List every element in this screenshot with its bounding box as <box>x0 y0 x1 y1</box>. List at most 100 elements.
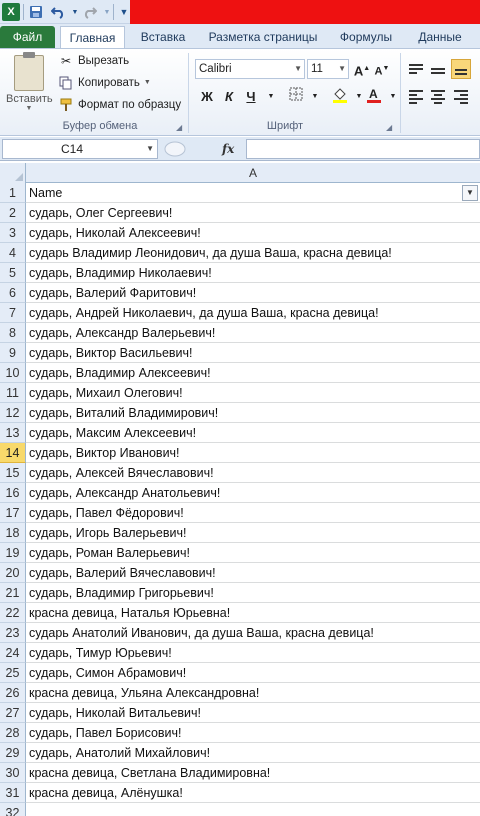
row-header[interactable]: 7 <box>0 303 26 323</box>
row-header[interactable]: 5 <box>0 263 26 283</box>
cell[interactable]: сударь, Андрей Николаевич, да душа Ваша,… <box>26 303 480 323</box>
row-header[interactable]: 15 <box>0 463 26 483</box>
row-header[interactable]: 8 <box>0 323 26 343</box>
row-header[interactable]: 12 <box>0 403 26 423</box>
cell[interactable]: сударь, Виталий Владимирович! <box>26 403 480 423</box>
cell[interactable]: красна девица, Ульяна Александровна! <box>26 683 480 703</box>
cell[interactable]: сударь, Николай Алексеевич! <box>26 223 480 243</box>
formula-bar-resize-handle[interactable] <box>164 141 186 157</box>
row-header[interactable]: 25 <box>0 663 26 683</box>
row-header[interactable]: 10 <box>0 363 26 383</box>
row-header[interactable]: 9 <box>0 343 26 363</box>
fill-color-button[interactable] <box>330 87 350 107</box>
align-middle-button[interactable] <box>428 59 448 79</box>
column-header-a[interactable]: A <box>26 163 480 183</box>
insert-function-button[interactable]: fx <box>222 139 234 159</box>
cell[interactable]: сударь, Валерий Вячеславович! <box>26 563 480 583</box>
excel-logo-icon[interactable]: X <box>2 3 20 21</box>
bold-button[interactable]: Ж <box>197 87 217 107</box>
tab-file[interactable]: Файл <box>0 26 55 48</box>
cell[interactable]: сударь, Роман Валерьевич! <box>26 543 480 563</box>
row-header[interactable]: 21 <box>0 583 26 603</box>
cell[interactable]: сударь, Виктор Иванович! <box>26 443 480 463</box>
row-header[interactable]: 24 <box>0 643 26 663</box>
cell[interactable]: сударь Владимир Леонидович, да душа Ваша… <box>26 243 480 263</box>
font-size-combobox[interactable]: 11 ▼ <box>307 59 349 79</box>
name-box[interactable]: C14 ▼ <box>2 139 158 159</box>
row-header[interactable]: 32 <box>0 803 26 816</box>
italic-button[interactable]: К <box>219 87 239 107</box>
row-header[interactable]: 23 <box>0 623 26 643</box>
cell[interactable]: сударь, Павел Фёдорович! <box>26 503 480 523</box>
row-header[interactable]: 1 <box>0 183 26 203</box>
font-dialog-launcher-icon[interactable]: ◢ <box>386 123 392 132</box>
cell[interactable]: сударь, Михаил Олегович! <box>26 383 480 403</box>
redo-icon[interactable] <box>81 3 99 21</box>
underline-dropdown-icon[interactable]: ▼ <box>261 87 281 107</box>
align-left-button[interactable] <box>406 87 426 107</box>
cell[interactable]: сударь, Игорь Валерьевич! <box>26 523 480 543</box>
tab-page-layout[interactable]: Разметка страницы <box>200 26 326 48</box>
row-header[interactable]: 31 <box>0 783 26 803</box>
cell[interactable]: красна девица, Светлана Владимировна! <box>26 763 480 783</box>
select-all-button[interactable] <box>0 163 26 183</box>
cell[interactable]: сударь, Павел Борисович! <box>26 723 480 743</box>
cell[interactable]: сударь, Владимир Алексеевич! <box>26 363 480 383</box>
row-header[interactable]: 28 <box>0 723 26 743</box>
tab-formulas[interactable]: Формулы <box>332 26 400 48</box>
cell[interactable] <box>26 803 480 816</box>
borders-dropdown-icon[interactable]: ▼ <box>305 87 325 107</box>
row-header[interactable]: 4 <box>0 243 26 263</box>
align-top-button[interactable] <box>406 59 426 79</box>
row-header[interactable]: 11 <box>0 383 26 403</box>
format-painter-button[interactable]: Формат по образцу <box>58 95 181 115</box>
cell[interactable]: красна девица, Наталья Юрьевна! <box>26 603 480 623</box>
decrease-font-size-button[interactable]: A▼ <box>372 59 392 79</box>
row-header[interactable]: 6 <box>0 283 26 303</box>
paste-button[interactable]: Вставить ▼ <box>6 52 53 113</box>
cell[interactable]: сударь, Валерий Фаритович! <box>26 283 480 303</box>
row-header[interactable]: 2 <box>0 203 26 223</box>
font-color-button[interactable]: A <box>364 87 384 107</box>
cell[interactable]: сударь, Алексей Вячеславович! <box>26 463 480 483</box>
underline-button[interactable]: Ч <box>241 87 261 107</box>
row-header[interactable]: 29 <box>0 743 26 763</box>
copy-dropdown-icon[interactable]: ▼ <box>144 73 151 93</box>
cell[interactable]: сударь, Тимур Юрьевич! <box>26 643 480 663</box>
filter-dropdown-icon[interactable]: ▼ <box>462 185 478 201</box>
row-header[interactable]: 19 <box>0 543 26 563</box>
cell[interactable]: сударь, Владимир Николаевич! <box>26 263 480 283</box>
row-header[interactable]: 27 <box>0 703 26 723</box>
header-cell[interactable]: Name ▼ <box>26 183 480 203</box>
row-header[interactable]: 3 <box>0 223 26 243</box>
copy-button[interactable]: Копировать ▼ <box>58 73 151 93</box>
increase-font-size-button[interactable]: A▲ <box>352 59 372 79</box>
undo-icon[interactable] <box>49 3 67 21</box>
save-icon[interactable] <box>27 3 45 21</box>
row-header[interactable]: 16 <box>0 483 26 503</box>
row-header[interactable]: 22 <box>0 603 26 623</box>
cell[interactable]: сударь Анатолий Иванович, да душа Ваша, … <box>26 623 480 643</box>
cell[interactable]: сударь, Александр Валерьевич! <box>26 323 480 343</box>
tab-insert[interactable]: Вставка <box>132 26 194 48</box>
cell[interactable]: сударь, Олег Сергеевич! <box>26 203 480 223</box>
row-header[interactable]: 14 <box>0 443 26 463</box>
formula-input[interactable] <box>246 139 480 159</box>
tab-home[interactable]: Главная <box>60 26 125 48</box>
cell[interactable]: красна девица, Алёнушка! <box>26 783 480 803</box>
clipboard-dialog-launcher-icon[interactable]: ◢ <box>176 123 182 132</box>
cell[interactable]: сударь, Виктор Васильевич! <box>26 343 480 363</box>
cell[interactable]: сударь, Симон Абрамович! <box>26 663 480 683</box>
cut-button[interactable]: ✂ Вырезать <box>58 51 129 71</box>
borders-button[interactable] <box>286 87 306 107</box>
align-bottom-button[interactable] <box>451 59 471 79</box>
row-header[interactable]: 18 <box>0 523 26 543</box>
align-center-button[interactable] <box>428 87 448 107</box>
cell[interactable]: сударь, Анатолий Михайлович! <box>26 743 480 763</box>
cell[interactable]: сударь, Максим Алексеевич! <box>26 423 480 443</box>
row-header[interactable]: 20 <box>0 563 26 583</box>
font-name-combobox[interactable]: Calibri ▼ <box>195 59 305 79</box>
row-header[interactable]: 26 <box>0 683 26 703</box>
align-right-button[interactable] <box>451 87 471 107</box>
row-header[interactable]: 17 <box>0 503 26 523</box>
